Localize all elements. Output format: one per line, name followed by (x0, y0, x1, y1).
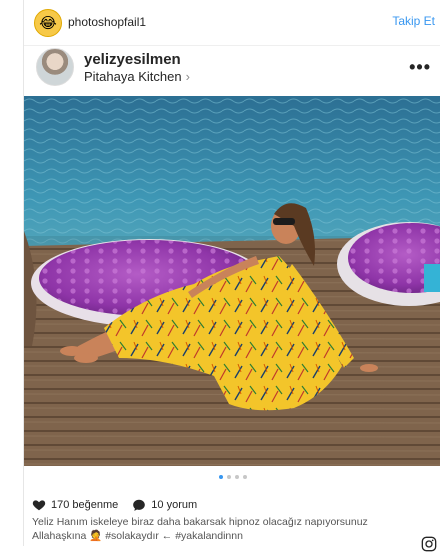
photo-illustration (24, 96, 440, 466)
carousel-dot[interactable] (218, 475, 223, 479)
repost-header: 😂 photoshopfail1 Takip Et (24, 0, 440, 46)
likes-count[interactable]: 170 beğenme (51, 499, 118, 511)
post-caption: Yeliz Hanım iskeleye biraz daha bakarsak… (32, 515, 432, 543)
post-photo[interactable] (24, 96, 440, 466)
location-link[interactable]: Pitahaya Kitchen › (84, 69, 190, 84)
heart-icon[interactable] (32, 498, 46, 512)
caption-line: Yeliz Hanım iskeleye biraz daha bakarsak… (32, 516, 368, 528)
avatar[interactable] (36, 48, 74, 86)
post-card: 😂 photoshopfail1 Takip Et yelizyesilmen … (23, 0, 440, 552)
carousel-dots (24, 475, 440, 483)
location-label: Pitahaya Kitchen (84, 69, 182, 84)
post-actions: 170 beğenme 10 yorum (32, 498, 197, 512)
carousel-dot[interactable] (226, 475, 231, 479)
post-username[interactable]: yelizyesilmen (84, 51, 181, 68)
follow-button[interactable]: Takip Et (392, 14, 435, 28)
comment-icon[interactable] (132, 498, 146, 512)
post-header: yelizyesilmen Pitahaya Kitchen › ••• (24, 45, 440, 95)
instagram-icon[interactable] (421, 536, 437, 552)
chevron-right-icon: › (185, 69, 190, 84)
comments-count[interactable]: 10 yorum (151, 499, 197, 511)
more-options-button[interactable]: ••• (409, 57, 431, 78)
carousel-dot[interactable] (234, 475, 239, 479)
repost-username[interactable]: photoshopfail1 (68, 15, 146, 29)
carousel-dot[interactable] (242, 475, 247, 479)
caption-line: Allahaşkına 🤦 #solakaydır ← #yakalandinn… (32, 530, 243, 542)
laughing-emoji-icon[interactable]: 😂 (34, 9, 62, 37)
